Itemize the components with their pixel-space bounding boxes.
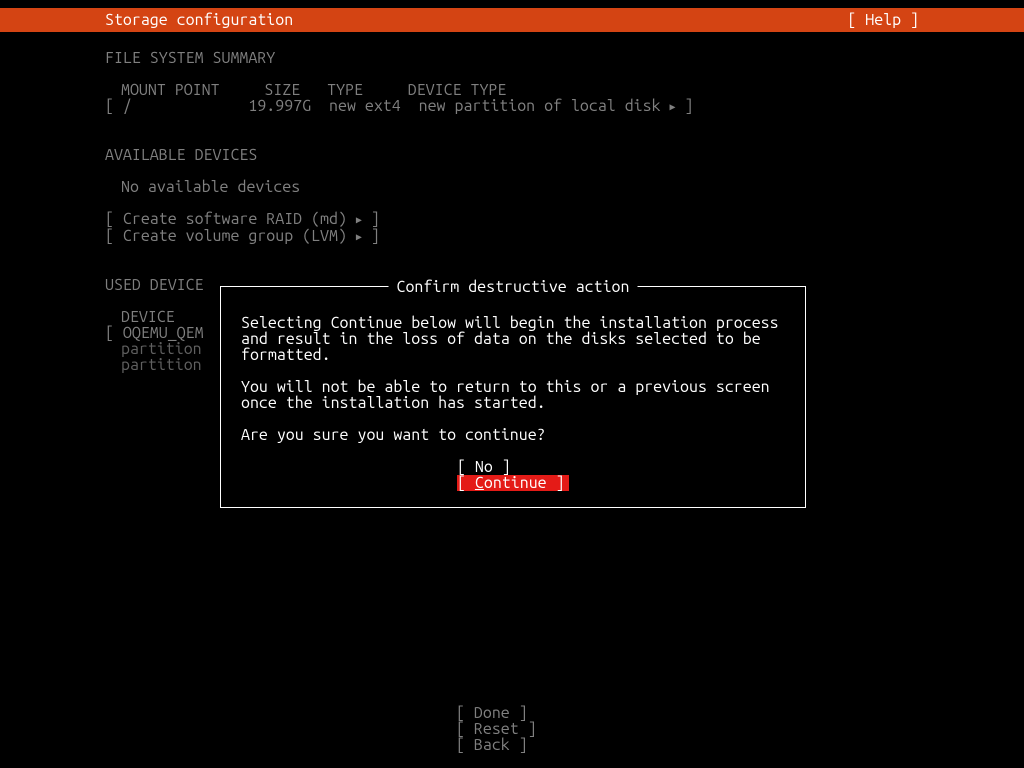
- create-raid-button[interactable]: [ Create software RAID (md) ▶ ]: [105, 211, 1024, 228]
- header-bar: Storage configuration [ Help ]: [0, 8, 1024, 32]
- create-lvm-button[interactable]: [ Create volume group (LVM) ▶ ]: [105, 228, 1024, 245]
- done-button[interactable]: [ Done ]: [456, 705, 568, 721]
- confirm-dialog: Confirm destructive action Selecting Con…: [220, 286, 806, 508]
- dialog-paragraph: Selecting Continue below will begin the …: [241, 315, 785, 363]
- page-title: Storage configuration: [105, 8, 293, 32]
- no-available-devices: No available devices: [105, 179, 1024, 195]
- footer-buttons: [ Done ] [ Reset ] [ Back ]: [0, 705, 1024, 753]
- back-button[interactable]: [ Back ]: [456, 737, 568, 753]
- help-button[interactable]: [ Help ]: [847, 8, 919, 32]
- fs-summary-title: FILE SYSTEM SUMMARY: [105, 50, 1024, 66]
- dialog-title: Confirm destructive action: [389, 279, 638, 295]
- dialog-paragraph: You will not be able to return to this o…: [241, 379, 785, 411]
- no-button[interactable]: [ No ]: [457, 459, 569, 475]
- fs-summary-headers: MOUNT POINT SIZE TYPE DEVICE TYPE: [105, 82, 1024, 98]
- available-devices-title: AVAILABLE DEVICES: [105, 147, 1024, 163]
- reset-button[interactable]: [ Reset ]: [456, 721, 568, 737]
- fs-summary-row[interactable]: [ / 19.997G new ext4 new partition of lo…: [105, 98, 1024, 115]
- continue-button[interactable]: [ Continue ]: [457, 475, 569, 491]
- dialog-paragraph: Are you sure you want to continue?: [241, 427, 785, 443]
